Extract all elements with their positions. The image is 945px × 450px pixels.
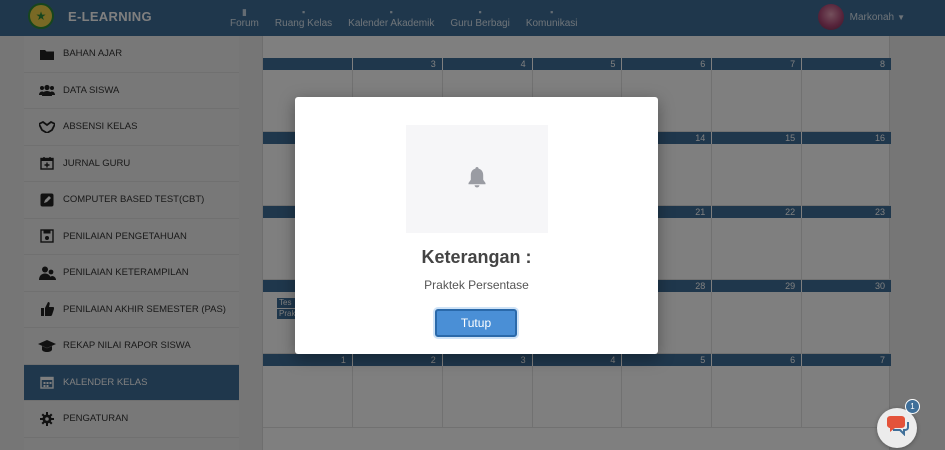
bell-icon [467, 166, 487, 193]
close-button[interactable]: Tutup [435, 309, 517, 337]
modal-description: Praktek Persentase [424, 278, 529, 292]
chat-bubble-icon [885, 415, 909, 441]
modal-image [406, 125, 548, 233]
chat-button[interactable] [877, 408, 917, 448]
modal-title: Keterangan : [421, 247, 532, 267]
event-detail-modal: Keterangan : Praktek Persentase Tutup [295, 97, 658, 354]
notification-badge: 1 [905, 399, 920, 414]
